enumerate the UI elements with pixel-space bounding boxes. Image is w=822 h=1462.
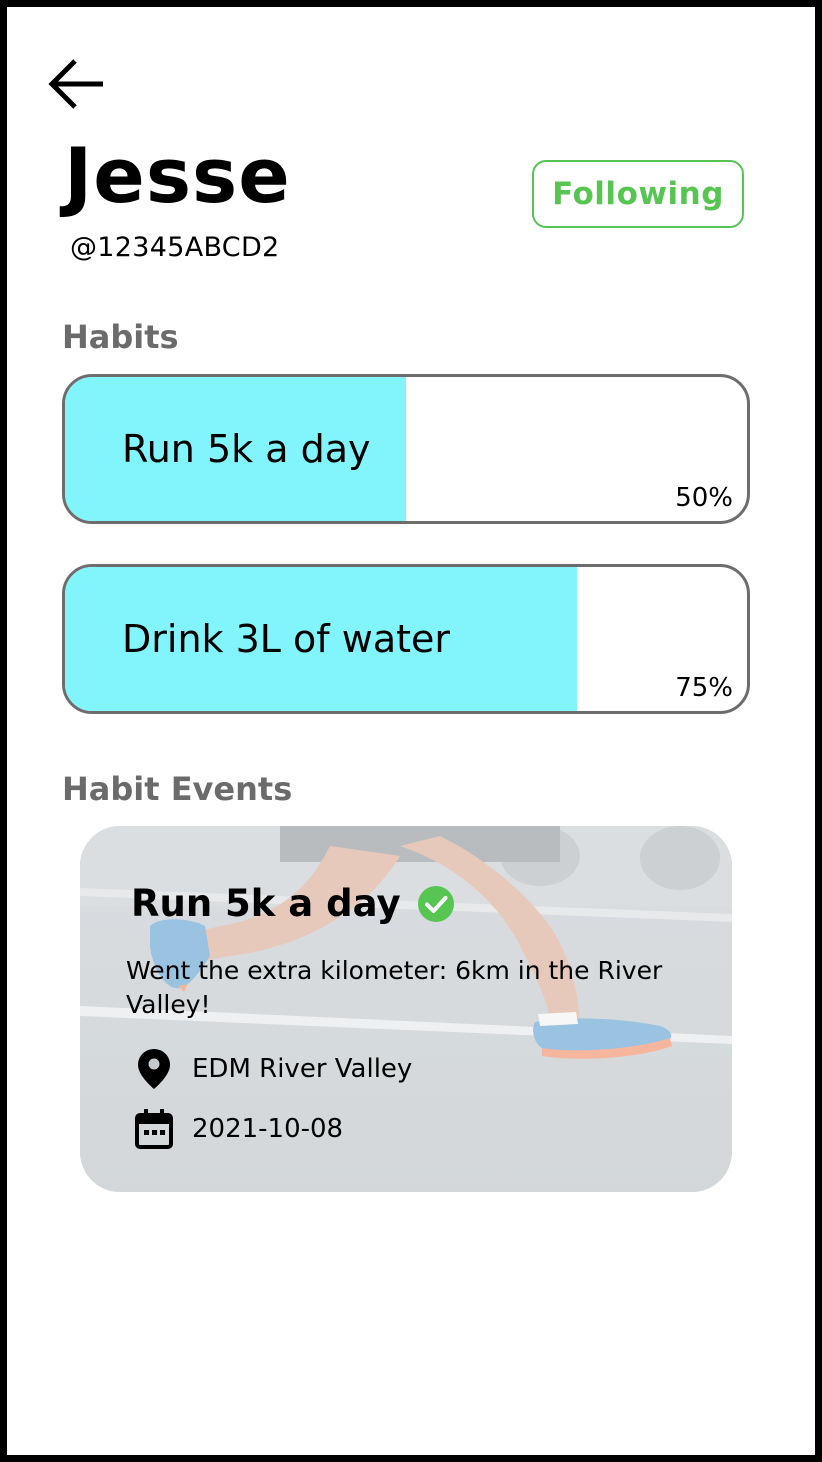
habit-event-card[interactable]: Run 5k a day Went the extra kilometer: 6…	[80, 826, 732, 1192]
event-date-row: 2021-10-08	[132, 1108, 343, 1150]
event-habit-name: Run 5k a day	[131, 882, 401, 925]
event-title: Run 5k a day	[131, 882, 455, 925]
following-button[interactable]: Following	[532, 160, 744, 228]
habit-label: Drink 3L of water	[122, 617, 451, 661]
event-comment: Went the extra kilometer: 6km in the Riv…	[126, 956, 663, 1019]
profile-name: Jesse	[64, 131, 291, 220]
event-location-row: EDM River Valley	[132, 1048, 412, 1090]
habit-percent: 50%	[675, 483, 733, 513]
profile-handle: @12345ABCD2	[70, 232, 280, 263]
habit-percent: 75%	[675, 673, 733, 703]
calendar-icon	[132, 1108, 176, 1150]
back-button[interactable]	[40, 50, 112, 118]
habit-events-section-title: Habit Events	[62, 770, 293, 808]
habits-section-title: Habits	[62, 318, 179, 356]
event-date: 2021-10-08	[192, 1114, 344, 1144]
habit-label: Run 5k a day	[122, 427, 371, 471]
check-circle-icon	[417, 885, 455, 923]
location-pin-icon	[132, 1048, 176, 1090]
habit-progress-card[interactable]: Run 5k a day 50%	[62, 374, 750, 524]
event-location: EDM River Valley	[192, 1054, 413, 1084]
habit-progress-card[interactable]: Drink 3L of water 75%	[62, 564, 750, 714]
arrow-left-icon	[48, 59, 103, 109]
